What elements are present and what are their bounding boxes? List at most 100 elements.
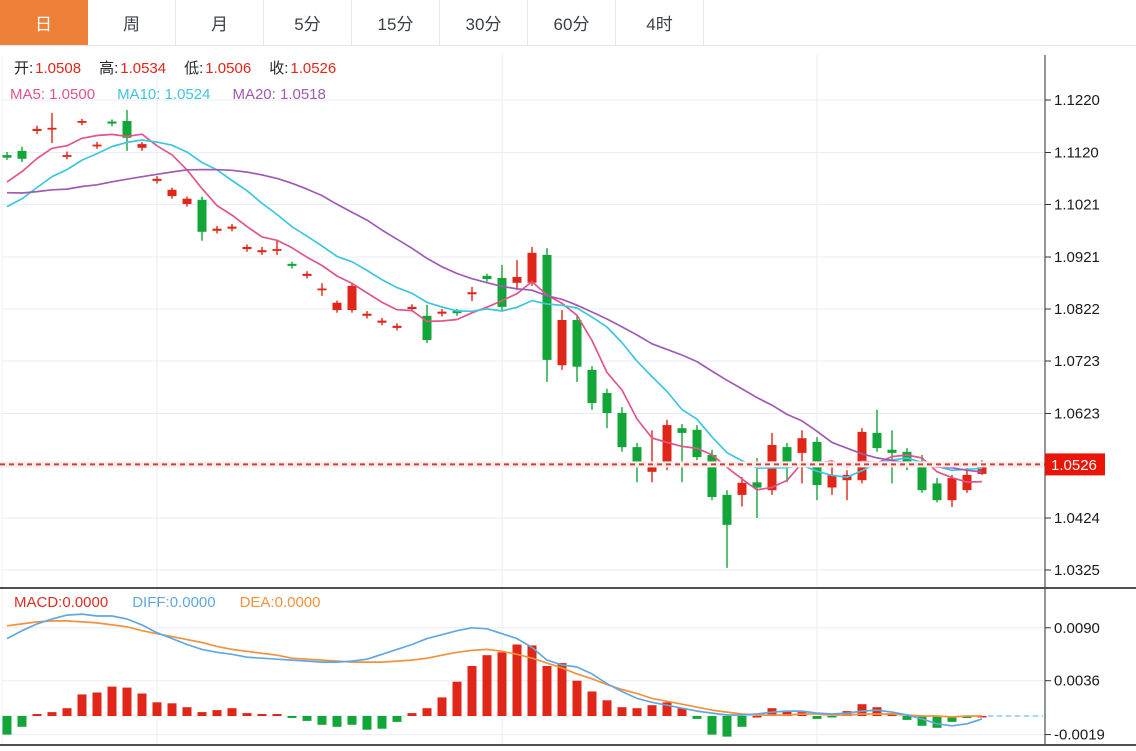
price-axis-label: 1.0623 — [1054, 406, 1100, 423]
chart-svg[interactable]: 1.12201.11201.10211.09211.08221.07231.06… — [0, 46, 1136, 751]
candle-body — [228, 227, 237, 229]
tab-label: 周 — [123, 10, 140, 35]
candle-body — [93, 145, 102, 147]
candle-body — [333, 303, 342, 310]
macd-bar — [453, 682, 462, 716]
candle-body — [213, 229, 222, 231]
ma-legend: MA5: 1.0500MA10: 1.0524MA20: 1.0518 — [10, 85, 326, 105]
candle-body — [33, 129, 42, 131]
candle-body — [243, 247, 252, 249]
low-value: 1.0506 — [205, 60, 251, 77]
macd-bar — [378, 716, 387, 729]
macd-legend: MACD:0.0000 DIFF:0.0000 DEA:0.0000 — [14, 593, 320, 613]
open-value: 1.0508 — [35, 60, 81, 77]
candle-body — [678, 428, 687, 433]
price-axis-label: 1.0921 — [1054, 249, 1100, 266]
macd-bar — [243, 713, 252, 716]
macd-bar — [573, 681, 582, 716]
tab-label: 15分 — [378, 10, 414, 35]
macd-bar — [123, 688, 132, 716]
macd-bar — [228, 708, 237, 716]
macd-bar — [168, 703, 177, 716]
tab-label: 30分 — [466, 10, 502, 35]
macd-bar — [258, 714, 267, 716]
candle-body — [663, 425, 672, 467]
chart-area: 1.12201.11201.10211.09211.08221.07231.06… — [0, 46, 1136, 751]
macd-axis-label: 0.0090 — [1054, 620, 1100, 637]
candle-body — [528, 253, 537, 283]
macd-bar — [318, 716, 327, 725]
candle-body — [18, 151, 27, 159]
candle-body — [618, 413, 627, 447]
candle-body — [378, 321, 387, 323]
price-axis-label: 1.1021 — [1054, 197, 1100, 214]
tab-30min[interactable]: 30分 — [440, 0, 528, 45]
macd-bar — [363, 716, 372, 730]
candle-body — [108, 122, 117, 124]
macd-bar — [708, 716, 717, 735]
macd-bar — [183, 707, 192, 716]
macd-bar — [108, 687, 117, 716]
candle-body — [198, 200, 207, 232]
macd-bar — [93, 693, 102, 717]
candle-body — [573, 320, 582, 367]
candle-body — [438, 312, 447, 314]
candle-body — [468, 292, 477, 294]
macd-bar — [558, 663, 567, 716]
candle-body — [933, 483, 942, 500]
macd-bar — [648, 705, 657, 716]
macd-value-legend: MACD:0.0000 — [14, 594, 108, 611]
candle-body — [798, 438, 807, 453]
candle-body — [783, 447, 792, 462]
tab-4hour[interactable]: 4时 — [616, 0, 704, 45]
tab-60min[interactable]: 60分 — [528, 0, 616, 45]
macd-bar — [498, 652, 507, 716]
candle-body — [303, 274, 312, 276]
close-value: 1.0526 — [290, 60, 336, 77]
ma5-legend: MA5: 1.0500 — [10, 86, 95, 103]
candle-body — [603, 393, 612, 413]
macd-bar — [633, 708, 642, 716]
macd-bar — [153, 702, 162, 716]
price-axis-label: 1.0822 — [1054, 301, 1100, 318]
price-axis-label: 1.1120 — [1054, 145, 1099, 162]
macd-bar — [813, 716, 822, 719]
macd-bar — [753, 716, 762, 718]
tab-15min[interactable]: 15分 — [352, 0, 440, 45]
tab-day[interactable]: 日 — [0, 0, 88, 45]
price-axis-label: 1.1220 — [1054, 92, 1100, 109]
candle-body — [828, 475, 837, 488]
macd-bar — [483, 655, 492, 716]
macd-bar — [63, 708, 72, 716]
dea-value-legend: DEA:0.0000 — [240, 594, 321, 611]
tab-week[interactable]: 周 — [88, 0, 176, 45]
macd-bar — [18, 716, 27, 727]
ma5-line — [7, 134, 982, 490]
macd-bar — [408, 713, 417, 716]
low-label: 低: — [184, 60, 203, 77]
macd-bar — [393, 716, 402, 722]
ma10-legend: MA10: 1.0524 — [117, 86, 210, 103]
tab-label: 5分 — [294, 10, 320, 35]
macd-bar — [693, 716, 702, 719]
tab-5min[interactable]: 5分 — [264, 0, 352, 45]
macd-bar — [348, 716, 357, 725]
macd-bar — [723, 716, 732, 737]
candle-body — [948, 478, 957, 500]
ma20-line — [7, 170, 982, 472]
candle-body — [63, 155, 72, 157]
diff-value-legend: DIFF:0.0000 — [132, 594, 215, 611]
candle-body — [258, 250, 267, 252]
high-value: 1.0534 — [120, 60, 166, 77]
macd-bar — [423, 708, 432, 716]
candle-body — [318, 289, 327, 291]
candle-body — [873, 433, 882, 448]
macd-bar — [288, 716, 297, 718]
candle-body — [78, 121, 87, 123]
tab-month[interactable]: 月 — [176, 0, 264, 45]
macd-bar — [138, 694, 147, 717]
candle-body — [888, 450, 897, 453]
macd-bar — [828, 716, 837, 718]
macd-bar — [333, 716, 342, 727]
candle-body — [168, 190, 177, 196]
